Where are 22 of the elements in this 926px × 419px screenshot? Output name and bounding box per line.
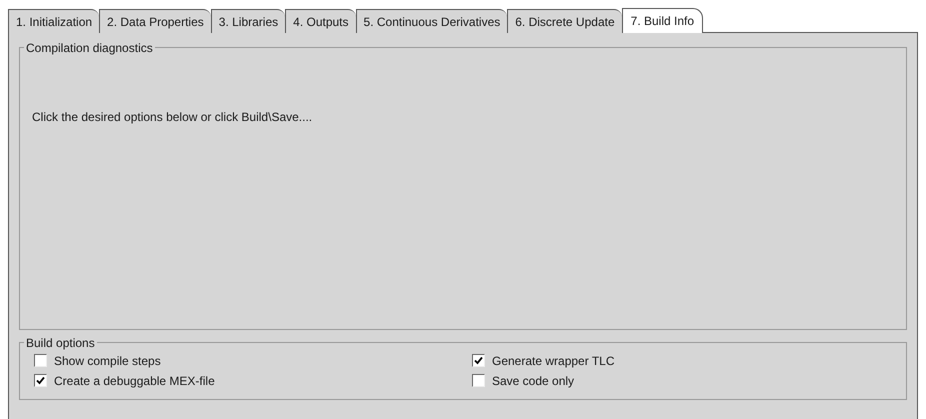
message-text: Click the desired options below or click Build\Save.... <box>32 110 312 124</box>
tab[interactable]: 2. Data Properties <box>99 9 211 33</box>
option-label: Create a debuggable MEX-file <box>54 372 215 390</box>
option-label: Save code only <box>492 372 574 390</box>
tab[interactable]: 6. Discrete Update <box>507 9 622 33</box>
tab[interactable]: 1. Initialization <box>8 9 100 33</box>
checkbox-option[interactable]: Create a debuggable MEX-file <box>34 372 472 389</box>
checkbox[interactable] <box>472 354 485 367</box>
checkmark-icon <box>474 356 483 365</box>
checkbox-option[interactable]: Generate wrapper TLC <box>472 352 892 369</box>
option-label: Show compile steps <box>54 352 161 370</box>
checkbox-option[interactable]: Save code only <box>472 372 892 389</box>
tab[interactable]: 7. Build Info <box>622 8 704 33</box>
checkbox[interactable] <box>34 354 47 367</box>
checkmark-icon <box>36 376 45 385</box>
checkbox[interactable] <box>34 374 47 387</box>
option-label: Generate wrapper TLC <box>492 352 615 370</box>
checkbox-option[interactable]: Show compile steps <box>34 352 472 369</box>
tab[interactable]: 3. Libraries <box>210 9 286 33</box>
tab[interactable]: 4. Outputs <box>285 9 356 33</box>
checkbox[interactable] <box>472 374 485 387</box>
tab[interactable]: 5. Continuous Derivatives <box>356 9 508 33</box>
